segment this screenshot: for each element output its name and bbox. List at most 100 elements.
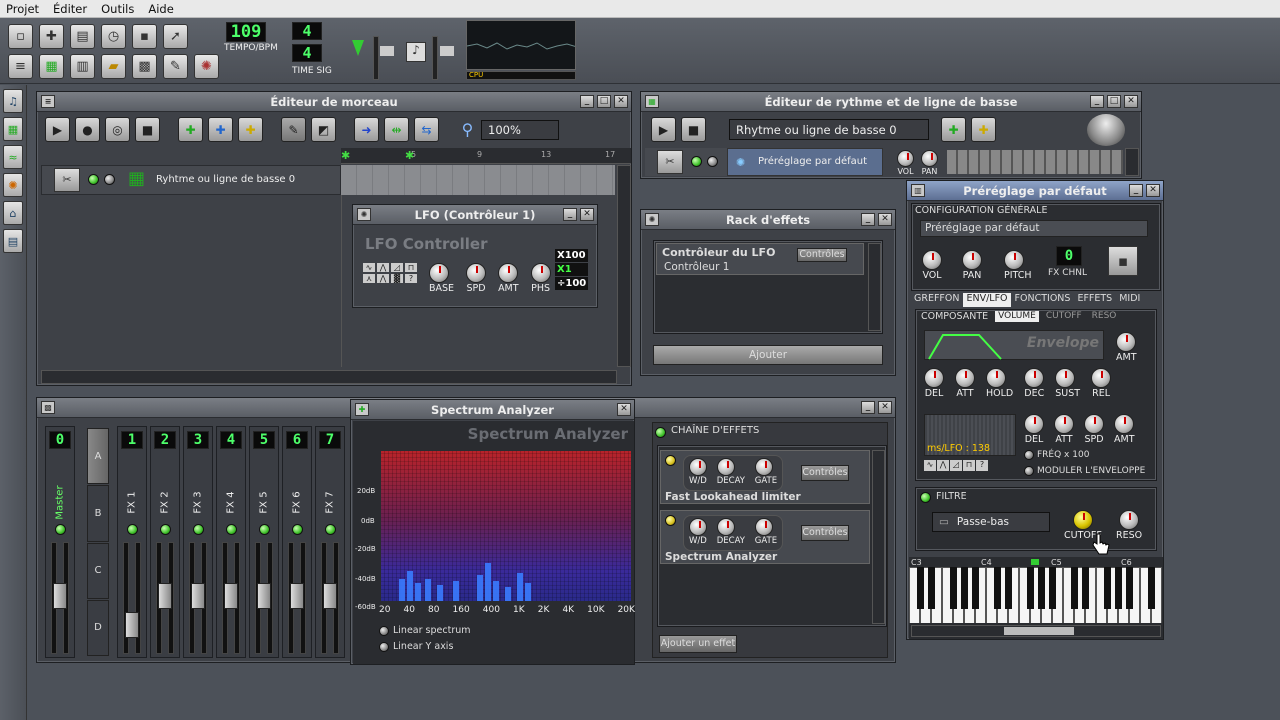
draw-mode-icon[interactable]: ✎ <box>281 117 306 142</box>
play-icon[interactable]: ▶ <box>45 117 70 142</box>
minimize-button[interactable]: _ <box>861 213 875 226</box>
master-volume-handle[interactable] <box>380 46 394 56</box>
fx-fader[interactable] <box>158 583 172 609</box>
close-button[interactable]: ✕ <box>1146 184 1160 197</box>
lfo-del-knob[interactable] <box>1024 414 1044 434</box>
loop-points-icon[interactable]: ⇹ <box>384 117 409 142</box>
fx1-controls-button[interactable]: Contrôles <box>801 465 849 481</box>
pattern-combo[interactable]: Rhytme ou ligne de basse 0 <box>729 119 929 140</box>
loop-end-marker[interactable]: ✱ <box>405 149 414 162</box>
tab-effects[interactable]: EFFETS <box>1074 293 1115 307</box>
fx1-decay-knob[interactable] <box>716 458 735 476</box>
black-key[interactable] <box>928 567 935 609</box>
moog-wave-icon[interactable]: ⋏ <box>363 274 375 283</box>
black-key[interactable] <box>1071 567 1078 609</box>
add-sample-track-icon[interactable]: ✚ <box>208 117 233 142</box>
sine-wave-icon[interactable]: ∿ <box>924 460 936 471</box>
black-key[interactable] <box>1005 567 1012 609</box>
filter-type-combo[interactable]: ▭ Passe-bas <box>932 512 1050 532</box>
menu-outils[interactable]: Outils <box>101 2 134 16</box>
fx-channel[interactable]: 7 FX 7 <box>315 426 345 658</box>
fx-fader[interactable] <box>257 583 271 609</box>
song-editor-icon[interactable]: ≡ <box>8 54 33 79</box>
edit-mode-icon[interactable]: ◩ <box>311 117 336 142</box>
record-icon[interactable]: ● <box>75 117 100 142</box>
close-button[interactable]: ✕ <box>617 403 631 416</box>
close-button[interactable]: ✕ <box>614 95 628 108</box>
user-wave-icon[interactable]: ? <box>976 460 988 471</box>
timeline-ruler[interactable]: 5 9 13 17 ✱ ✱ <box>341 148 631 164</box>
fx-fader[interactable] <box>323 583 337 609</box>
fx-mute-led[interactable] <box>193 524 204 535</box>
bank-c[interactable]: C <box>87 542 109 599</box>
fx2-gate-knob[interactable] <box>754 518 773 536</box>
track-tools-icon[interactable]: ✂ <box>54 168 80 192</box>
linear-y-option[interactable]: Linear Y axis <box>379 641 453 652</box>
fx2-controls-button[interactable]: Contrôles <box>801 525 849 541</box>
add-controller-button[interactable]: Ajouter <box>653 345 883 365</box>
subtab-volume[interactable]: VOLUME <box>995 311 1039 322</box>
my-presets-icon[interactable]: ✺ <box>3 173 23 197</box>
subtab-target[interactable]: COMPOSANTE <box>918 311 991 322</box>
keyboard-scroll-thumb[interactable] <box>1004 627 1074 635</box>
track-name[interactable]: Ryhtme ou ligne de basse 0 <box>156 174 295 185</box>
master-pitch-slider[interactable] <box>432 36 438 80</box>
master-fader[interactable] <box>53 583 67 609</box>
close-button[interactable]: ✕ <box>1124 95 1138 108</box>
fx-channel[interactable]: 4 FX 4 <box>216 426 246 658</box>
fx-chain-enable-led[interactable] <box>655 427 666 438</box>
fx-channel[interactable]: 1 FX 1 <box>117 426 147 658</box>
maximize-button[interactable]: □ <box>1107 95 1121 108</box>
saw-wave-icon[interactable]: ◿ <box>950 460 962 471</box>
fx1-gate-knob[interactable] <box>754 458 773 476</box>
fx-fader[interactable] <box>125 612 139 638</box>
black-key[interactable] <box>950 567 957 609</box>
bb-track-mute-led[interactable] <box>691 156 702 167</box>
track-solo-led[interactable] <box>104 174 115 185</box>
keyboard-scrollbar[interactable] <box>911 625 1161 637</box>
black-key[interactable] <box>1038 567 1045 609</box>
triangle-wave-icon[interactable]: ⋀ <box>377 263 389 272</box>
timesig-bottom[interactable]: 4 <box>292 44 322 62</box>
mult-x1[interactable]: X1 <box>555 263 589 276</box>
bb-track-tools-icon[interactable]: ✂ <box>657 150 683 174</box>
linear-spectrum-radio[interactable] <box>379 625 389 636</box>
master-volume-slider[interactable] <box>373 36 379 80</box>
fx-mute-led[interactable] <box>325 524 336 535</box>
env-sust-knob[interactable] <box>1055 368 1076 388</box>
controller-rack-icon[interactable]: ✺ <box>194 54 219 79</box>
base-note-marker[interactable] <box>1031 559 1039 565</box>
bb-track-solo-led[interactable] <box>707 156 718 167</box>
lfo-amt-knob[interactable] <box>1114 414 1134 434</box>
black-key[interactable] <box>961 567 968 609</box>
recent-projects-icon[interactable]: ◷ <box>101 24 126 49</box>
lfo-phase-knob[interactable] <box>530 263 551 283</box>
user-wave-icon[interactable]: ? <box>405 274 417 283</box>
record-play-icon[interactable]: ◎ <box>105 117 130 142</box>
fx2-decay-knob[interactable] <box>716 518 735 536</box>
square-wave-icon[interactable]: ⊓ <box>963 460 975 471</box>
master-channel[interactable]: 0 Master <box>45 426 75 658</box>
menu-editer[interactable]: Éditer <box>53 2 87 16</box>
freq-x100-option[interactable]: FRÉQ x 100 <box>1024 450 1089 460</box>
timesig-top[interactable]: 4 <box>292 22 322 40</box>
notes-icon[interactable]: ✎ <box>163 54 188 79</box>
menu-aide[interactable]: Aide <box>148 2 173 16</box>
black-key[interactable] <box>994 567 1001 609</box>
lfo-spd-knob[interactable] <box>1084 414 1104 434</box>
tab-env-lfo[interactable]: ENV/LFO <box>963 293 1011 307</box>
saw-wave-icon[interactable]: ◿ <box>391 263 403 272</box>
black-key[interactable] <box>1049 567 1056 609</box>
track-pattern-area[interactable] <box>341 165 615 195</box>
noise-wave-icon[interactable]: ▓ <box>391 274 403 283</box>
filter-enable-led[interactable] <box>920 492 931 503</box>
export-icon[interactable]: ➚ <box>163 24 188 49</box>
freq-x100-radio[interactable] <box>1024 450 1034 460</box>
fx-mute-led[interactable] <box>226 524 237 535</box>
close-button[interactable]: ✕ <box>878 213 892 226</box>
minimize-button[interactable]: _ <box>580 95 594 108</box>
black-key[interactable] <box>917 567 924 609</box>
fx-channel[interactable]: 6 FX 6 <box>282 426 312 658</box>
my-projects-icon[interactable]: ▦ <box>3 117 23 141</box>
master-pitch-handle[interactable] <box>440 46 454 56</box>
